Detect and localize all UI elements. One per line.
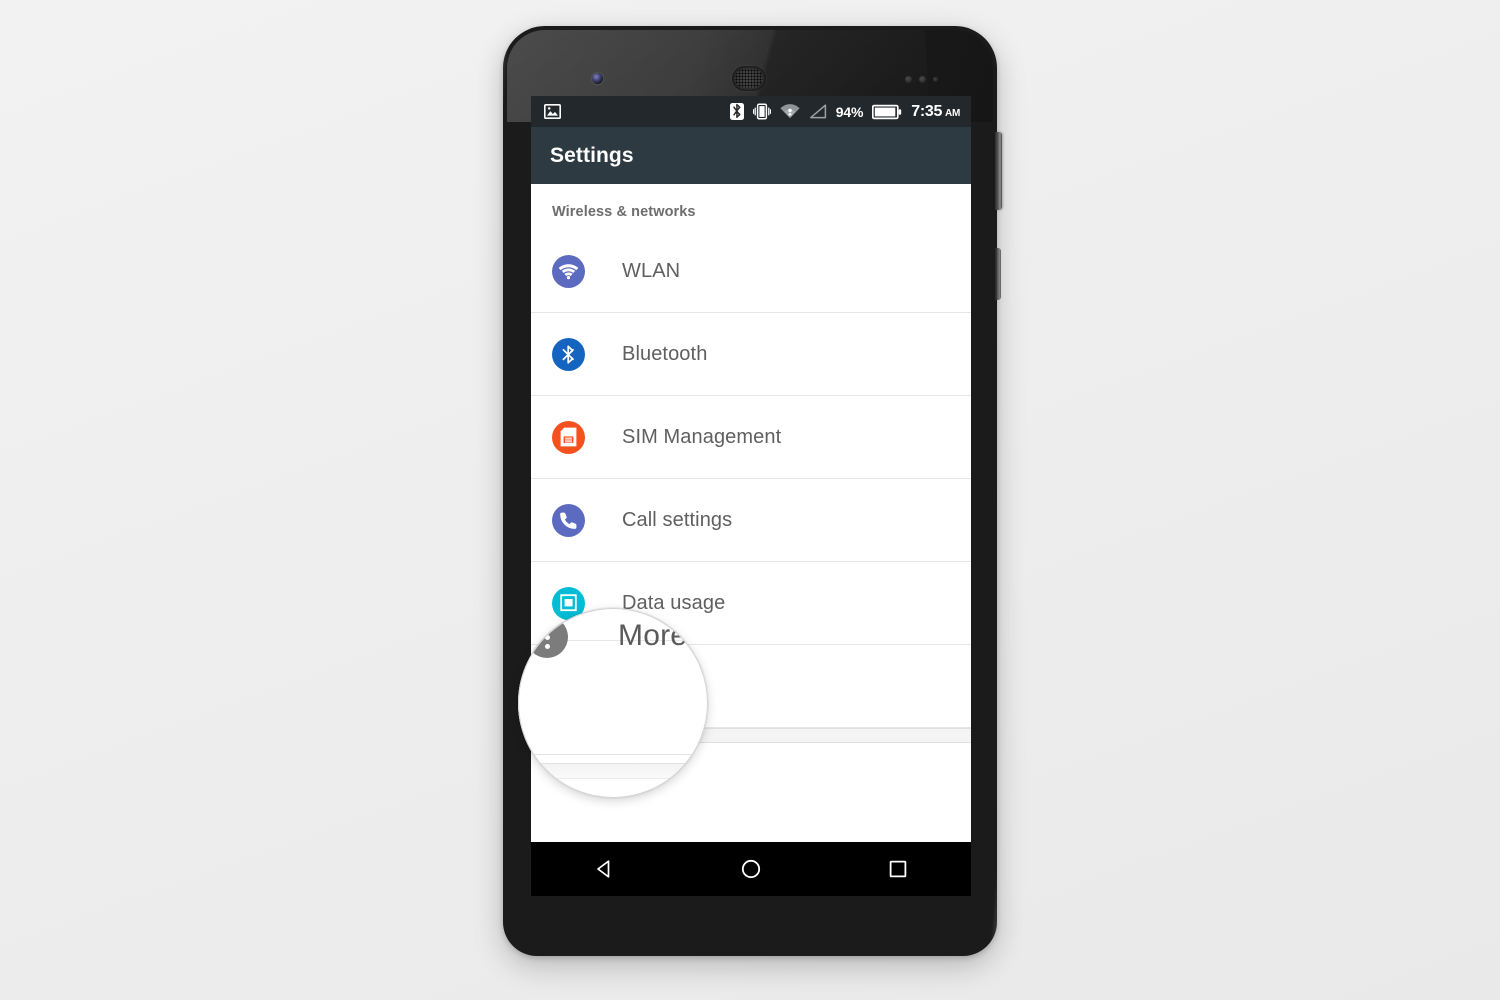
settings-row-sim-management[interactable]: SIM Management xyxy=(531,396,971,479)
more-label: More xyxy=(618,619,688,652)
status-bar-right: 94% 7:35 AM xyxy=(729,103,960,121)
settings-row-bluetooth[interactable]: Bluetooth xyxy=(531,313,971,396)
battery-percent-label: 94% xyxy=(835,103,864,120)
navigation-bar xyxy=(531,842,971,896)
settings-row-label: Call settings xyxy=(622,508,733,531)
magnifier-partial-section-label: D xyxy=(554,780,565,797)
phone-icon xyxy=(552,503,585,537)
clock-time: 7:35 xyxy=(911,102,943,120)
status-bar: 94% 7:35 AM xyxy=(531,96,971,127)
vibrate-icon xyxy=(752,103,771,120)
overflow-menu-icon[interactable] xyxy=(526,616,568,658)
page-title: Settings xyxy=(550,143,634,167)
action-bar: Settings xyxy=(531,127,971,184)
back-button[interactable] xyxy=(574,842,634,896)
settings-row-label: SIM Management xyxy=(622,425,782,448)
sim-card-icon xyxy=(552,420,585,454)
proximity-sensor-icon xyxy=(905,76,941,84)
earpiece-mesh xyxy=(735,69,763,88)
home-button[interactable] xyxy=(721,842,781,896)
status-bar-clock: 7:35 AM xyxy=(911,103,960,121)
volume-button[interactable] xyxy=(995,248,1001,300)
power-button[interactable] xyxy=(995,132,1002,210)
phone-device: 94% 7:35 AM Settings Wireless & networks… xyxy=(503,26,1002,956)
settings-row-label: WLAN xyxy=(622,259,681,282)
screenshot-canvas: 94% 7:35 AM Settings Wireless & networks… xyxy=(0,0,1500,1000)
magnifier-loupe: More D xyxy=(518,608,708,798)
section-header-wireless: Wireless & networks xyxy=(552,204,696,220)
bluetooth-icon xyxy=(729,103,744,120)
settings-row-call-settings[interactable]: Call settings xyxy=(531,479,971,562)
settings-row-wlan[interactable]: WLAN xyxy=(531,230,971,313)
wifi-icon xyxy=(552,254,585,288)
status-bar-left xyxy=(544,104,561,119)
signal-icon xyxy=(809,104,827,119)
bluetooth-icon xyxy=(552,337,585,371)
earpiece-speaker-icon xyxy=(732,66,766,91)
magnifier-divider-bottom xyxy=(518,754,708,755)
wifi-icon xyxy=(780,104,800,119)
settings-row-label: Bluetooth xyxy=(622,342,708,365)
clock-meridiem: AM xyxy=(945,107,960,119)
front-camera-icon xyxy=(592,73,603,84)
image-notification-icon xyxy=(544,104,561,119)
recents-button[interactable] xyxy=(868,842,928,896)
magnifier-content: More D xyxy=(518,608,708,798)
magnifier-section-divider xyxy=(518,763,708,779)
battery-icon xyxy=(872,104,902,120)
